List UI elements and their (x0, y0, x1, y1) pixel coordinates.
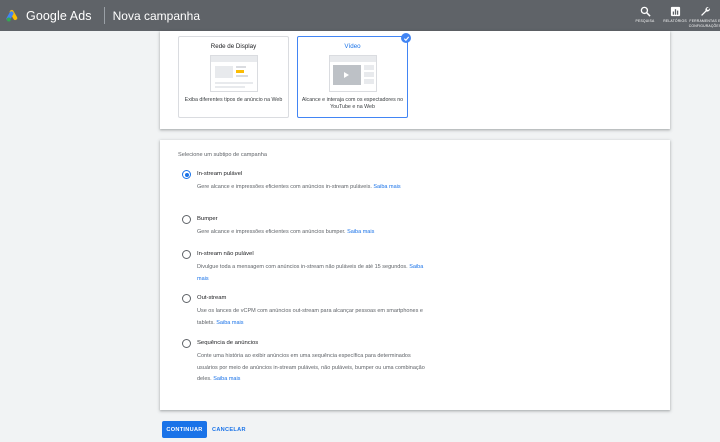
google-ads-logo-icon (6, 9, 18, 22)
subtype-description: Gere alcance e impressões eficientes com… (197, 227, 425, 239)
campaign-type-video[interactable]: Vídeo Alcance e interaja com os espectad… (297, 33, 411, 118)
subtype-name: Bumper (197, 216, 218, 222)
subtype-name: In-stream pulável (197, 171, 243, 177)
page-title: Nova campanha (112, 8, 201, 23)
radio-button[interactable] (182, 339, 191, 348)
radio-button[interactable] (182, 170, 191, 179)
selected-check-badge (401, 33, 411, 43)
wrench-icon (700, 7, 710, 16)
tools-settings-label: FERRAMENTAS E CONFIGURAÇÕES (688, 19, 720, 28)
radio-button[interactable] (182, 294, 191, 303)
learn-more-link[interactable]: Saiba mais (347, 229, 374, 235)
title-divider (103, 7, 105, 24)
campaign-type-display[interactable]: Rede de Display Exiba diferentes tipos d… (178, 36, 289, 118)
subtype-section-label: Selecione um subtipo de campanha (178, 152, 267, 158)
reports-label: RELATÓRIOS (663, 19, 687, 23)
campaign-subtype-card: Selecione um subtipo de campanha In-stre… (160, 140, 670, 410)
top-app-bar: Google Ads Nova campanha PESQUISA RELATÓ… (0, 0, 720, 31)
learn-more-link[interactable]: Saiba mais (213, 376, 240, 382)
subtype-description-text: Divulgue toda a mensagem com anúncios in… (197, 264, 408, 270)
toolbar: PESQUISA RELATÓRIOS FERRAMENTAS E CONFIG… (630, 0, 720, 31)
campaign-type-description: Exiba diferentes tipos de anúncio na Web (184, 97, 283, 103)
reports-button[interactable]: RELATÓRIOS (660, 0, 690, 31)
google-ads-logo[interactable]: Google Ads (6, 9, 92, 23)
subtype-description-text: Gere alcance e impressões eficientes com… (197, 229, 346, 235)
search-icon (640, 6, 651, 17)
subtype-name: Out-stream (197, 295, 227, 301)
checkmark-icon (403, 36, 409, 41)
video-ad-illustration (329, 55, 377, 92)
subtype-description: Use os lances de vCPM com anúncios out-s… (197, 306, 425, 329)
campaign-type-title: Vídeo (344, 43, 361, 50)
campaign-type-card: Rede de Display Exiba diferentes tipos d… (160, 31, 670, 129)
subtype-description: Conte uma história ao exibir anúncios em… (197, 351, 425, 386)
subtype-name: In-stream não pulável (197, 251, 254, 257)
subtype-description-text: Gere alcance e impressões eficientes com… (197, 184, 372, 190)
search-button[interactable]: PESQUISA (630, 0, 660, 31)
search-label: PESQUISA (635, 19, 655, 23)
campaign-type-description: Alcance e interaja com os espectadores n… (301, 97, 404, 110)
reports-icon (670, 6, 680, 17)
radio-button[interactable] (182, 215, 191, 224)
display-ad-illustration (210, 55, 258, 92)
radio-button[interactable] (182, 250, 191, 259)
subtype-description: Divulgue toda a mensagem com anúncios in… (197, 262, 425, 285)
cancel-button[interactable]: CANCELAR (212, 421, 246, 438)
continue-button[interactable]: CONTINUAR (162, 421, 207, 438)
subtype-description: Gere alcance e impressões eficientes com… (197, 182, 425, 194)
campaign-type-title: Rede de Display (210, 43, 257, 50)
learn-more-link[interactable]: Saiba mais (373, 184, 400, 190)
learn-more-link[interactable]: Saiba mais (216, 320, 243, 326)
subtype-name: Sequência de anúncios (197, 340, 259, 346)
brand-name: Google Ads (26, 8, 92, 23)
tools-settings-button[interactable]: FERRAMENTAS E CONFIGURAÇÕES (688, 0, 720, 31)
